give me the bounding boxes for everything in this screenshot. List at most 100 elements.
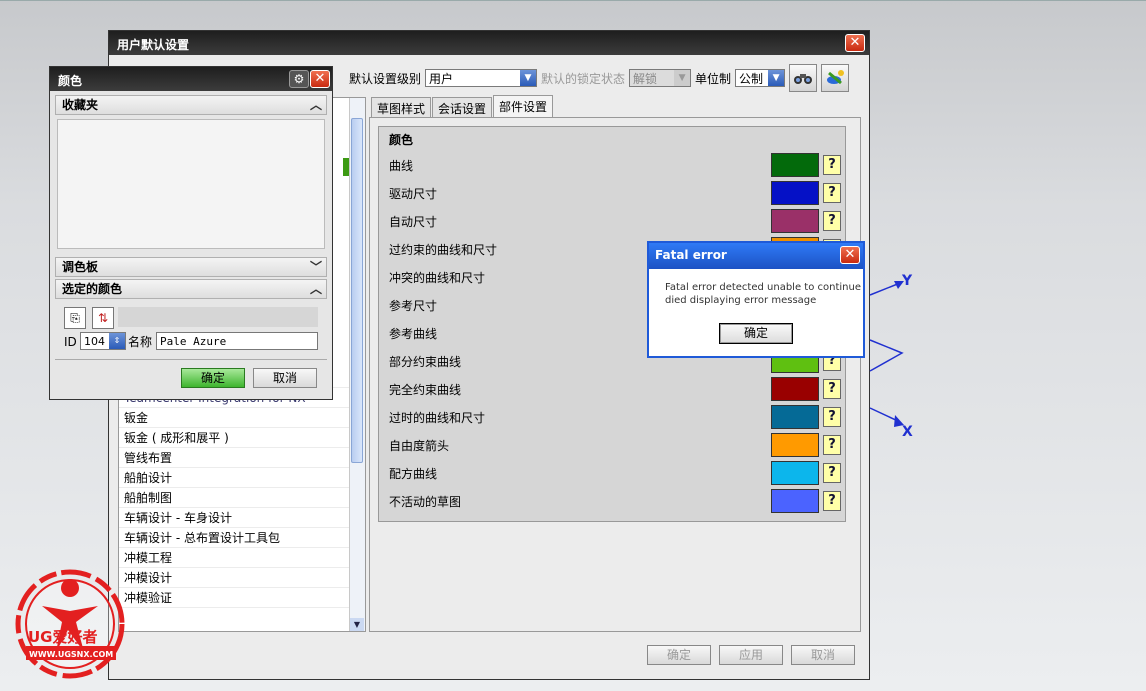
color-row-label: 完全约束曲线 — [389, 383, 462, 397]
id-value: 104 — [84, 334, 105, 348]
color-row-label: 驱动尺寸 — [389, 187, 438, 201]
level-label: 默认设置级别 — [349, 71, 422, 86]
list-item[interactable]: 钣金 — [119, 408, 351, 428]
color-row-label: 过时的曲线和尺寸 — [389, 411, 486, 425]
logo-brand: UG爱好者 — [28, 628, 98, 646]
help-icon[interactable]: ? — [823, 407, 841, 427]
favorites-section[interactable]: 收藏夹 ︿ — [55, 95, 327, 115]
selected-color-section[interactable]: 选定的颜色 ︿ — [55, 279, 327, 299]
color-row-label: 冲突的曲线和尺寸 — [389, 271, 486, 285]
list-item[interactable]: 管线布置 — [119, 448, 351, 468]
color-row-label: 曲线 — [389, 159, 414, 173]
help-icon[interactable]: ? — [823, 463, 841, 483]
list-item[interactable]: 船舶制图 — [119, 488, 351, 508]
color-row: 曲线? — [389, 153, 841, 181]
scroll-down-icon[interactable]: ▼ — [350, 618, 364, 631]
lock-select[interactable]: 解锁 ▼ — [629, 69, 692, 87]
ok-button[interactable]: 确定 — [719, 323, 793, 344]
color-row-label: 参考曲线 — [389, 327, 438, 341]
color-swatch[interactable] — [771, 405, 819, 429]
list-item[interactable]: 船舶设计 — [119, 468, 351, 488]
tab-sketch-style[interactable]: 草图样式 — [371, 97, 432, 117]
palette-label: 调色板 — [62, 260, 99, 274]
list-item[interactable]: 车辆设计 - 总布置设计工具包 — [119, 528, 351, 548]
color-row: 完全约束曲线? — [389, 377, 841, 405]
manage-defaults-icon[interactable] — [821, 64, 850, 92]
color-row-label: 过约束的曲线和尺寸 — [389, 243, 498, 257]
color-swatch[interactable] — [771, 461, 819, 485]
help-icon[interactable]: ? — [823, 491, 841, 511]
unit-select[interactable]: 公制 ▼ — [735, 69, 786, 87]
color-row: 自由度箭头? — [389, 433, 841, 461]
color-swatch[interactable] — [771, 153, 819, 177]
level-select[interactable]: 用户 ▼ — [425, 69, 538, 87]
color-name-field[interactable] — [156, 332, 318, 350]
gear-icon[interactable]: ⚙ — [289, 70, 309, 88]
color-row: 过时的曲线和尺寸? — [389, 405, 841, 433]
list-item[interactable]: 冲模验证 — [119, 588, 351, 608]
cancel-button[interactable]: 取消 — [791, 645, 855, 665]
binoculars-icon[interactable] — [789, 64, 818, 92]
top-border — [0, 0, 1146, 1]
lock-label: 默认的锁定状态 — [541, 71, 626, 86]
color-swatch[interactable] — [771, 181, 819, 205]
name-label: 名称 — [128, 335, 153, 349]
ugsnx-logo: UG爱好者 WWW.UGSNX.COM — [15, 569, 125, 679]
chevron-down-icon: ▼ — [674, 70, 691, 86]
close-icon[interactable]: ✕ — [840, 246, 860, 264]
dialog-title: 用户默认设置 — [109, 31, 869, 55]
dialog-buttons: 确定 应用 取消 — [647, 645, 855, 665]
coordinate-axes: Y X — [869, 273, 913, 440]
chevron-down-icon[interactable]: ▼ — [768, 70, 785, 86]
color-row: 自动尺寸? — [389, 209, 841, 237]
color-swatch[interactable] — [771, 433, 819, 457]
color-swatch[interactable] — [771, 377, 819, 401]
color-swatch[interactable] — [771, 489, 819, 513]
help-icon[interactable]: ? — [823, 435, 841, 455]
help-icon[interactable]: ? — [823, 379, 841, 399]
list-item[interactable]: 冲模工程 — [119, 548, 351, 568]
color-row-label: 不活动的草图 — [389, 495, 462, 509]
chevron-up-icon[interactable]: ︿ — [310, 280, 322, 298]
selected-color-label: 选定的颜色 — [62, 282, 123, 296]
toolbar: 默认设置级别 用户 ▼ 默认的锁定状态 解锁 ▼ 单位制 公制 ▼ — [349, 63, 850, 93]
color-row: 配方曲线? — [389, 461, 841, 489]
list-item[interactable]: 钣金 ( 成形和展平 ) — [119, 428, 351, 448]
ok-button[interactable]: 确定 — [647, 645, 711, 665]
color-row: 不活动的草图? — [389, 489, 841, 517]
tab-session-settings[interactable]: 会话设置 — [432, 97, 493, 117]
close-icon[interactable]: ✕ — [845, 34, 865, 52]
apply-button[interactable]: 应用 — [719, 645, 783, 665]
divider — [55, 359, 327, 360]
logo-url: WWW.UGSNX.COM — [29, 650, 113, 659]
help-icon[interactable]: ? — [823, 155, 841, 175]
list-item[interactable]: 冲模设计 — [119, 568, 351, 588]
fatal-error-message: Fatal error detected unable to continue … — [665, 281, 861, 307]
color-row-label: 配方曲线 — [389, 467, 438, 481]
eyedropper-icon[interactable]: ⇅ — [92, 307, 114, 329]
level-value: 用户 — [429, 71, 454, 86]
color-group-title: 颜色 — [389, 133, 414, 147]
fatal-error-dialog: Fatal error ✕ Fatal error detected unabl… — [647, 241, 865, 358]
id-spinner[interactable]: 104 ⇕ — [80, 332, 126, 350]
chevron-down-icon[interactable]: ﹀ — [310, 258, 322, 276]
close-icon[interactable]: ✕ — [310, 70, 330, 88]
add-favorite-icon[interactable]: ⎘ — [64, 307, 86, 329]
chevron-down-icon[interactable]: ▼ — [520, 70, 537, 86]
ok-button[interactable]: 确定 — [181, 368, 245, 388]
list-rows: 知识融合Teamcenter Integration for NX钣金钣金 ( … — [119, 368, 365, 608]
palette-section[interactable]: 调色板 ﹀ — [55, 257, 327, 277]
color-swatch[interactable] — [771, 209, 819, 233]
help-icon[interactable]: ? — [823, 211, 841, 231]
list-scrollbar[interactable]: ▼ — [349, 98, 365, 631]
help-icon[interactable]: ? — [823, 183, 841, 203]
cancel-button[interactable]: 取消 — [253, 368, 317, 388]
list-item[interactable]: 车辆设计 - 车身设计 — [119, 508, 351, 528]
scrollbar-thumb[interactable] — [351, 118, 363, 463]
color-row-label: 自动尺寸 — [389, 215, 438, 229]
spinner-icon[interactable]: ⇕ — [109, 333, 125, 349]
unit-value: 公制 — [739, 71, 764, 86]
chevron-up-icon[interactable]: ︿ — [310, 96, 322, 114]
fatal-error-title: Fatal error — [649, 243, 863, 269]
tab-part-settings[interactable]: 部件设置 — [493, 95, 554, 117]
